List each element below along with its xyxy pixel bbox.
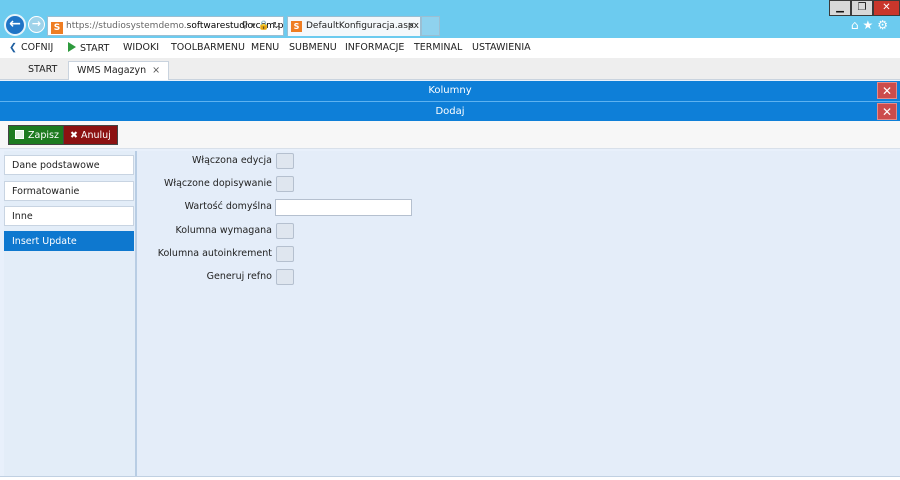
address-tools-icons[interactable]: ⚲ ▾ 🔒 ↻ [242, 17, 280, 35]
restore-button[interactable]: ❐ [851, 0, 873, 16]
field-label-wartosc-domyslna: Wartość domyślna [184, 201, 272, 212]
menu-item-menu[interactable]: MENU [251, 42, 279, 53]
add-dialog-title: Dodaj [435, 106, 465, 117]
close-window-button[interactable]: ✕ [873, 0, 900, 16]
menu-item-informacje[interactable]: INFORMACJE [345, 42, 404, 53]
url-prefix: https://studiosystemdemo. [66, 21, 187, 31]
floppy-disk-icon [15, 130, 24, 139]
gear-icon[interactable]: ⚙ [877, 18, 892, 32]
field-label-generuj-refno: Generuj refno [206, 271, 272, 282]
app-tabbar: START WMS Magazyn × [0, 58, 900, 80]
browser-titlebar: ▁ ❐ ✕ ← → Shttps://studiosystemdemo.soft… [0, 0, 900, 38]
add-dialog-header: Dodaj ✕ [0, 101, 900, 121]
home-icon[interactable]: ⌂ [851, 18, 863, 32]
play-icon [68, 42, 76, 52]
field-label-kolumna-wymagana: Kolumna wymagana [175, 225, 272, 236]
x-icon: ✖ [70, 130, 78, 141]
menu-item-ustawienia[interactable]: USTAWIENIA [472, 42, 531, 53]
menu-start-label: START [80, 43, 110, 54]
field-label-wlaczona-edycja: Włączona edycja [192, 155, 272, 166]
back-arrow-icon[interactable]: ← [4, 14, 26, 36]
address-bar[interactable]: Shttps://studiosystemdemo.softwarestudio… [47, 16, 284, 36]
site-logo-icon: S [51, 22, 63, 34]
tab-close-icon[interactable]: × [152, 65, 160, 76]
wlaczone-dopisywanie-checkbox[interactable] [276, 176, 294, 192]
close-columns-button[interactable]: ✕ [877, 82, 897, 99]
bottom-border [0, 476, 900, 480]
app-menubar: ❮ COFNIJ START WIDOKI TOOLBARMENU MENU SU… [0, 38, 900, 58]
cancel-label: Anuluj [80, 130, 111, 141]
star-icon[interactable]: ★ [862, 18, 877, 32]
chevron-left-icon: ❮ [9, 42, 17, 53]
columns-dialog-header: Kolumny ✕ [0, 81, 900, 101]
form-toolbar: Zapisz ✖ Anuluj [0, 121, 900, 149]
menu-start[interactable]: START [68, 42, 109, 54]
generuj-refno-checkbox[interactable] [276, 269, 294, 285]
wlaczona-edycja-checkbox[interactable] [276, 153, 294, 169]
browser-tool-icons[interactable]: ⌂★⚙ [851, 18, 892, 32]
browser-tab[interactable]: S DefaultKonfiguracja.aspx × [287, 16, 421, 36]
kolumna-wymagana-checkbox[interactable] [276, 223, 294, 239]
menu-item-toolbarmenu[interactable]: TOOLBARMENU [171, 42, 245, 53]
field-label-kolumna-autoinkrement: Kolumna autoinkrement [157, 248, 272, 259]
tab-start[interactable]: START [20, 61, 65, 80]
kolumna-autoinkrement-checkbox[interactable] [276, 246, 294, 262]
browser-tab-title: DefaultKonfiguracja.aspx [306, 21, 419, 31]
menu-back[interactable]: ❮ COFNIJ [9, 42, 53, 53]
field-label-wlaczone-dopisywanie: Włączone dopisywanie [163, 178, 272, 189]
site-logo-icon: S [291, 21, 302, 32]
cancel-button[interactable]: ✖ Anuluj [63, 125, 118, 145]
new-tab-button[interactable] [421, 16, 440, 36]
save-button[interactable]: Zapisz [8, 125, 66, 145]
menu-item-submenu[interactable]: SUBMENU [289, 42, 337, 53]
columns-dialog-title: Kolumny [428, 85, 472, 96]
tab-wms-magazyn[interactable]: WMS Magazyn × [68, 61, 170, 80]
menu-item-terminal[interactable]: TERMINAL [414, 42, 462, 53]
tab-wms-label: WMS Magazyn [77, 65, 147, 76]
menu-back-label: COFNIJ [20, 42, 54, 53]
save-label: Zapisz [28, 130, 59, 141]
wartosc-domyslna-input[interactable] [275, 199, 412, 216]
menu-item-widoki[interactable]: WIDOKI [123, 42, 159, 53]
close-add-button[interactable]: ✕ [877, 103, 897, 120]
forward-arrow-icon[interactable]: → [28, 16, 45, 33]
form-panel [137, 151, 900, 476]
minimize-button[interactable]: ▁ [829, 0, 851, 16]
tab-close-icon[interactable]: × [407, 17, 415, 36]
